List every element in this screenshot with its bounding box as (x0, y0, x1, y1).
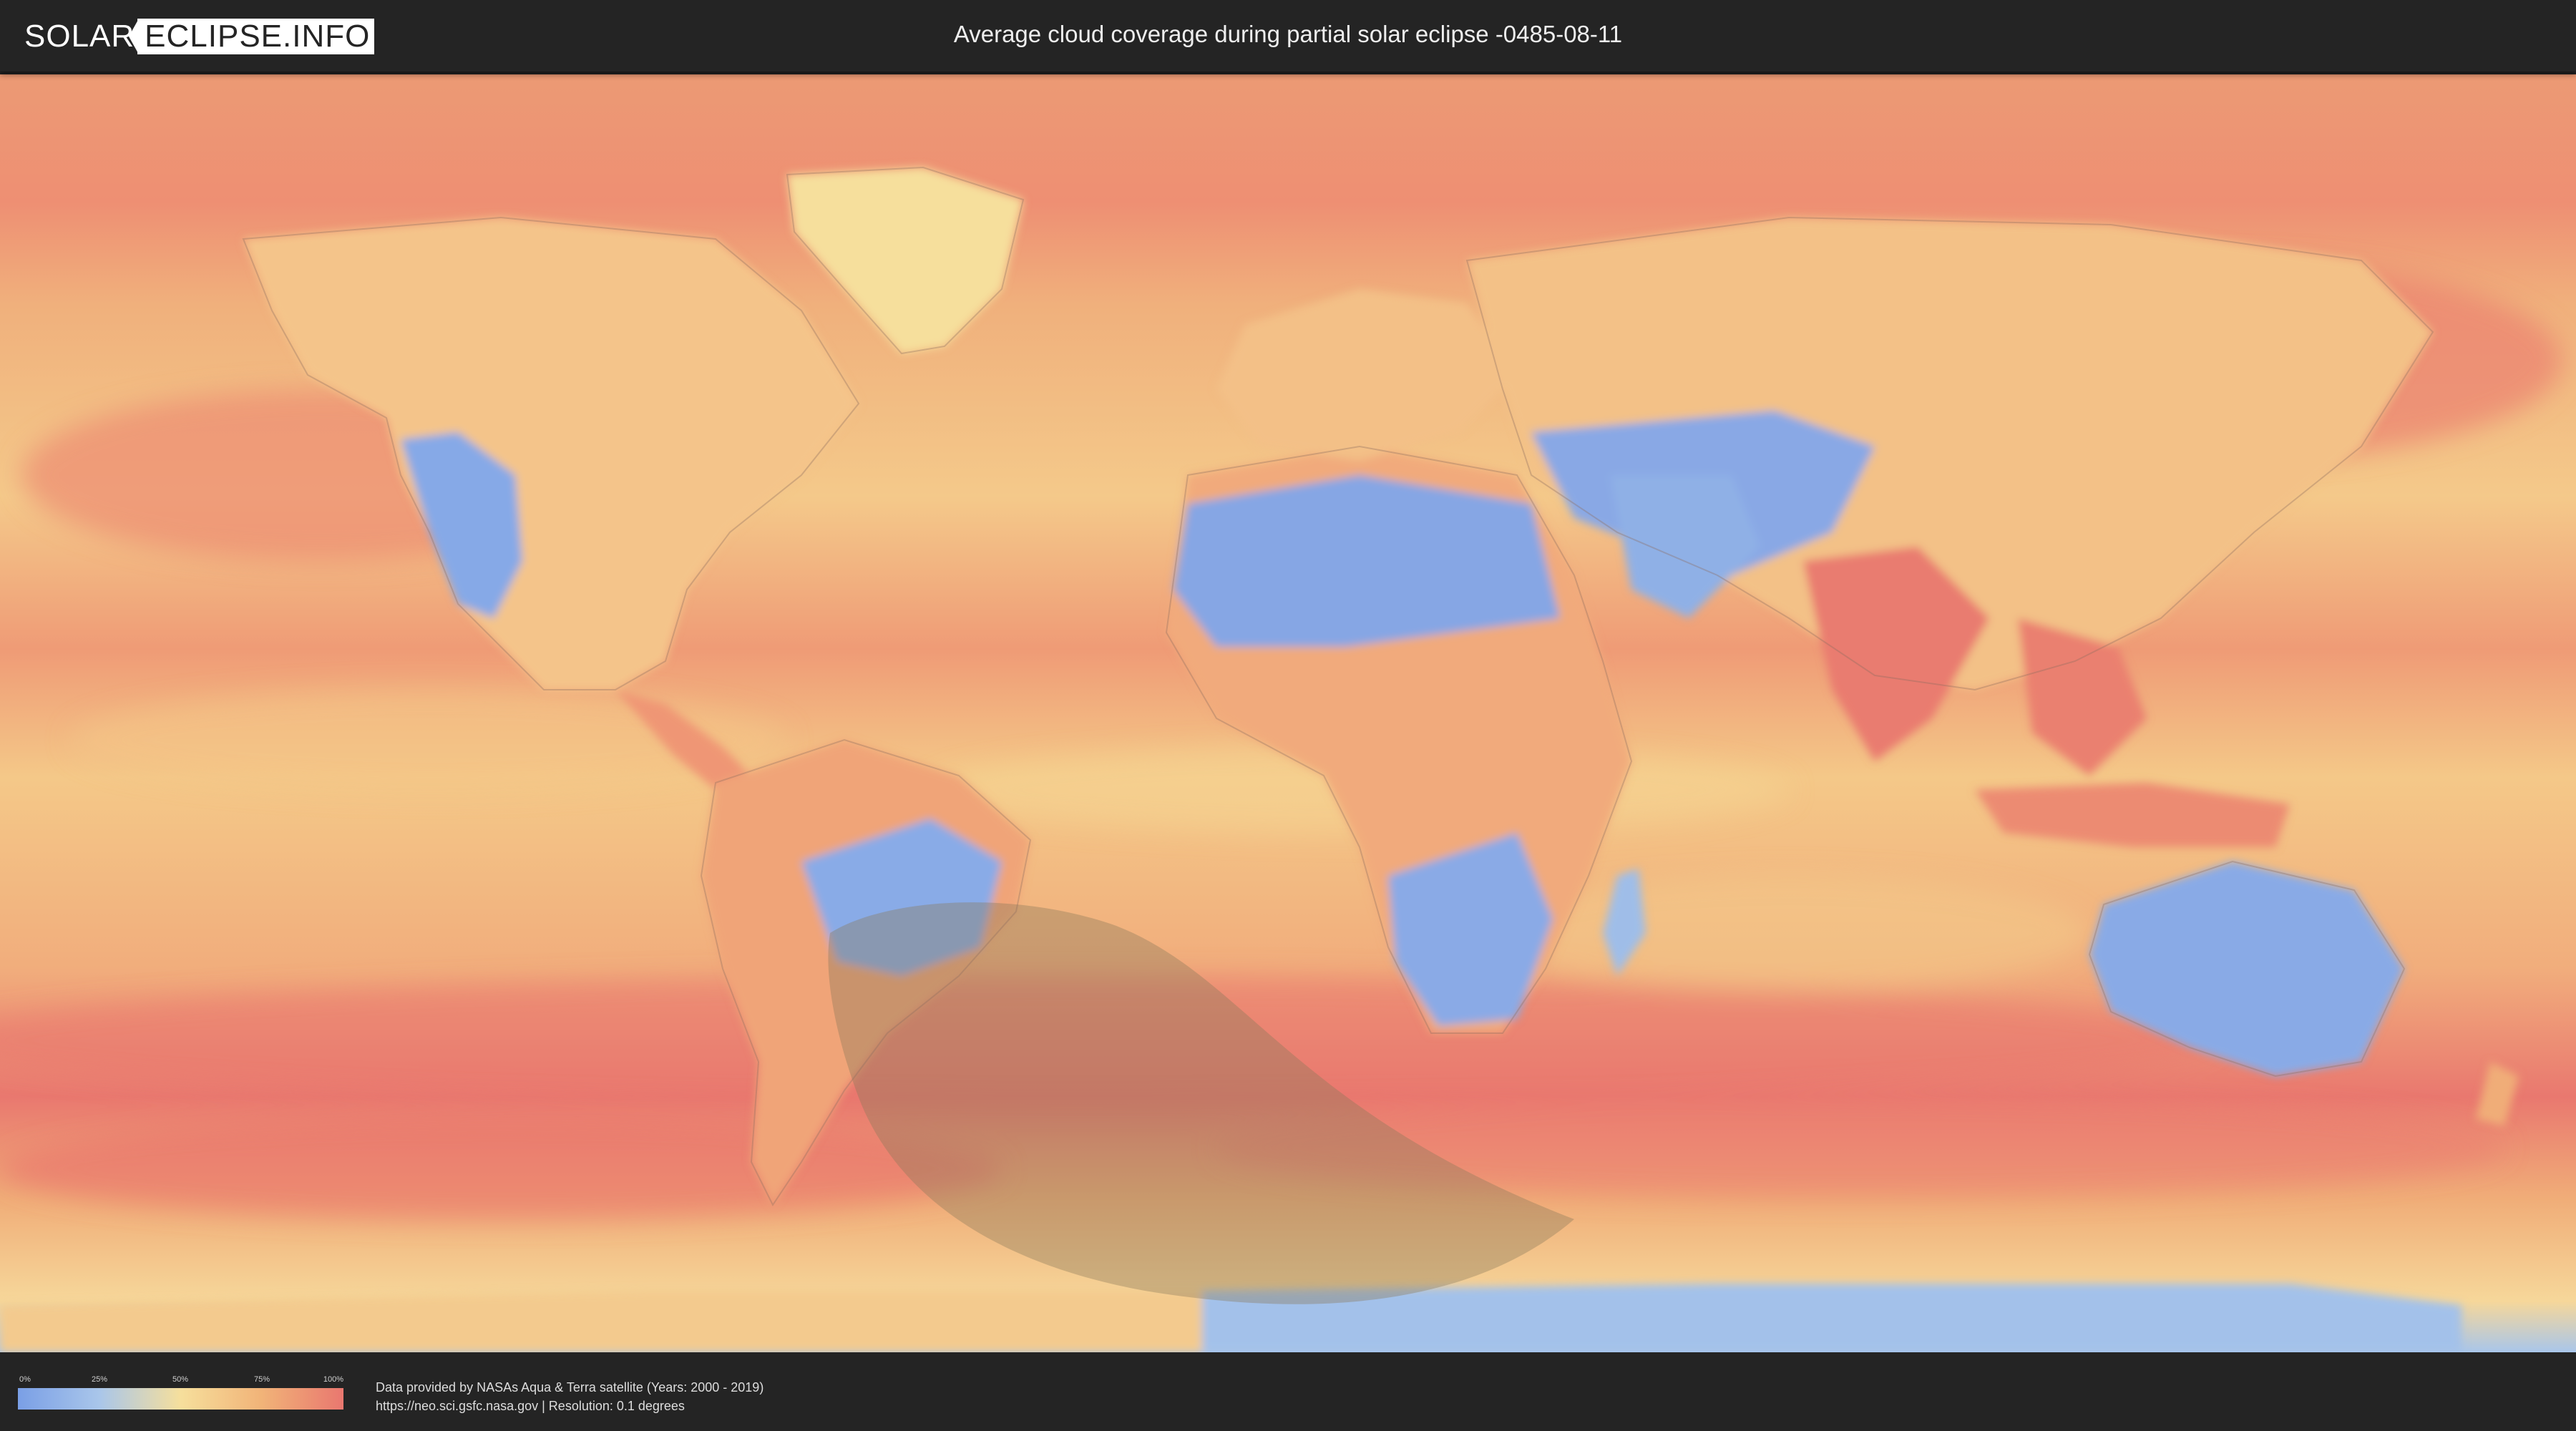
cloud-coverage-legend: 0% 25% 50% 75% 100% (18, 1375, 343, 1410)
legend-tick-100: 100% (323, 1375, 343, 1384)
page: SOLAR ECLIPSE.INFO Average cloud coverag… (0, 0, 2576, 1431)
legend-ticks: 0% 25% 50% 75% 100% (18, 1375, 343, 1388)
legend-tick-0: 0% (19, 1375, 31, 1384)
legend-tick-50: 50% (172, 1375, 189, 1384)
page-title: Average cloud coverage during partial so… (953, 21, 1623, 47)
credit-line-source: Data provided by NASAs Aqua & Terra sate… (376, 1380, 764, 1395)
credit-line-url[interactable]: https://neo.sci.gsfc.nasa.gov | Resoluti… (376, 1397, 763, 1415)
world-map-icon (0, 74, 2576, 1352)
cloud-coverage-map[interactable] (0, 74, 2576, 1352)
legend-color-bar (18, 1388, 343, 1410)
legend-tick-75: 75% (253, 1375, 270, 1384)
footer: 0% 25% 50% 75% 100% Data provided by NAS… (0, 1352, 2576, 1431)
header: SOLAR ECLIPSE.INFO Average cloud coverag… (0, 0, 2576, 72)
legend-tick-25: 25% (91, 1375, 108, 1384)
data-credits: Data provided by NASAs Aqua & Terra sate… (376, 1378, 763, 1415)
